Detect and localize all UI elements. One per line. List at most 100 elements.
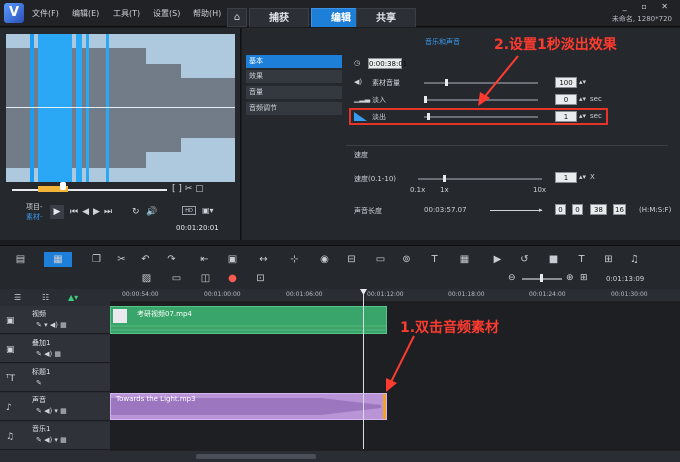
menu-tools[interactable]: 工具(T): [113, 8, 140, 19]
scrollbar-thumb[interactable]: [196, 454, 316, 459]
marker-icon[interactable]: ⊡: [254, 273, 267, 284]
stop-icon[interactable]: ■: [547, 254, 560, 265]
chapter-list-icon[interactable]: ☷: [42, 293, 49, 302]
fade-in-field[interactable]: 0: [555, 94, 577, 105]
tab-share[interactable]: 共享: [356, 8, 416, 27]
voice-track-controls[interactable]: ✎ ◀) ▾ ▦: [36, 407, 67, 415]
project-label[interactable]: 项目-: [26, 202, 43, 212]
clip-label[interactable]: 素材-: [26, 212, 43, 222]
volume-slider-thumb[interactable]: [445, 79, 448, 86]
zoom-out-icon[interactable]: ⊖: [508, 273, 516, 283]
motion-icon[interactable]: ⊹: [288, 254, 301, 265]
audio-waveform-preview: [6, 34, 235, 182]
timeline-playhead[interactable]: [363, 289, 364, 449]
chapter-icon[interactable]: ⊚: [400, 254, 413, 265]
window-controls[interactable]: _ ▫ ✕: [623, 2, 674, 11]
subtitle-icon[interactable]: ▭: [374, 254, 387, 265]
zoom-slider-thumb[interactable]: [540, 274, 543, 282]
camera-icon[interactable]: ◫: [199, 273, 212, 284]
speed-slider-thumb[interactable]: [443, 175, 446, 182]
split-icon[interactable]: ⇤: [198, 254, 211, 265]
volume-icon[interactable]: 🔊: [146, 207, 157, 217]
menu-edit[interactable]: 编辑(E): [72, 8, 99, 19]
play-button[interactable]: ▶: [50, 205, 64, 219]
tab-capture[interactable]: 捕获: [249, 8, 309, 27]
fade-in-unit: sec: [590, 95, 602, 103]
fx-icon[interactable]: ⊞: [602, 254, 615, 265]
length-arrow-icon: ▸: [539, 206, 543, 214]
speed-field[interactable]: 1: [555, 172, 577, 183]
fit-icon[interactable]: ↔: [257, 254, 270, 265]
fade-out-slider[interactable]: [424, 116, 538, 118]
mark-in-out-icons[interactable]: [ ] ✂ ▢: [172, 184, 204, 194]
zoom-in-icon[interactable]: ⊕: [566, 273, 574, 283]
video-icon[interactable]: ▶: [491, 254, 504, 265]
track-manager-icon[interactable]: ☰: [14, 293, 21, 302]
side-tab-basic[interactable]: 基本: [246, 55, 342, 68]
fade-in-slider-thumb[interactable]: [424, 96, 427, 103]
microphone-icon[interactable]: ●: [226, 273, 239, 284]
menu-help[interactable]: 帮助(H): [193, 8, 221, 19]
volume-spinner[interactable]: ▴▾: [579, 78, 586, 86]
overlay-track-controls[interactable]: ✎ ◀) ▦: [36, 350, 61, 358]
length-field-m[interactable]: 0: [572, 204, 583, 215]
loop-icon[interactable]: ↺: [518, 254, 531, 265]
film-icon[interactable]: ▭: [170, 273, 183, 284]
fade-out-spinner[interactable]: ▴▾: [579, 112, 586, 120]
music-track-controls[interactable]: ✎ ◀) ▾ ▦: [36, 436, 67, 444]
project-info: 未命名, 1280*720: [611, 15, 672, 23]
timeline-timecode[interactable]: 0:01:13:09: [606, 275, 644, 283]
mask-icon[interactable]: ◉: [318, 254, 331, 265]
audio-edit-icon[interactable]: ♫: [628, 254, 641, 265]
record-icon[interactable]: ▣: [226, 254, 239, 265]
speed-spinner[interactable]: ▴▾: [579, 173, 586, 181]
side-tab-volume[interactable]: 音量: [246, 86, 342, 99]
audio-clip-trim-handle[interactable]: [383, 394, 386, 419]
side-tab-effects[interactable]: 效果: [246, 70, 342, 83]
home-tab-icon[interactable]: ⌂: [227, 8, 247, 27]
preview-timecode[interactable]: 00:01:20:01: [176, 224, 219, 232]
crop-dropdown-icon[interactable]: ▣▾: [202, 206, 214, 215]
video-thumbnail: [113, 309, 127, 323]
fade-in-spinner[interactable]: ▴▾: [579, 95, 586, 103]
video-audio-wave: [111, 325, 386, 331]
image-icon[interactable]: ▨: [140, 273, 153, 284]
menu-settings[interactable]: 设置(S): [153, 8, 180, 19]
size-button[interactable]: HD: [182, 206, 196, 215]
copy-icon[interactable]: ❐: [90, 254, 103, 265]
audio-length-label: 声音长度: [354, 207, 382, 215]
duration-field[interactable]: 0:00:38:01: [368, 58, 407, 69]
length-field-s[interactable]: 38: [590, 204, 607, 215]
length-field-f[interactable]: 16: [613, 204, 626, 215]
speed-mark-min: 0.1x: [410, 186, 426, 194]
title-track-controls[interactable]: ✎: [36, 379, 42, 387]
scrub-track[interactable]: [12, 189, 167, 191]
text-3d-icon[interactable]: T: [575, 254, 588, 265]
speed-slider[interactable]: [418, 178, 542, 180]
menu-file[interactable]: 文件(F): [32, 8, 59, 19]
storyboard-view-icon[interactable]: ▤: [14, 254, 27, 265]
timeline-view-icon[interactable]: ▦: [44, 252, 72, 267]
side-tab-audio-adjust[interactable]: 音频调节: [246, 102, 342, 115]
length-field-h[interactable]: 0: [555, 204, 566, 215]
video-clip[interactable]: 考研视频07.mp4: [110, 306, 387, 334]
video-track-controls[interactable]: ✎ ▾ ◀) ▦: [36, 321, 67, 329]
fade-out-field[interactable]: 1: [555, 111, 577, 122]
speed-label: 速度(0.1-10): [354, 175, 397, 183]
tools-icon[interactable]: ✂: [115, 254, 128, 265]
multicam-icon[interactable]: ▦: [458, 254, 471, 265]
ripple-icon[interactable]: ▲▾: [68, 293, 78, 302]
audio-clip[interactable]: Towards the Light.mp3: [110, 393, 387, 420]
volume-field[interactable]: 100: [555, 77, 577, 88]
fit-timeline-icon[interactable]: ⊞: [580, 273, 588, 283]
ruler-label-4: 00:01:12:00: [367, 291, 404, 298]
scrub-handle[interactable]: [60, 182, 66, 190]
ruler-label-3: 00:01:06:00: [286, 291, 323, 298]
title-icon[interactable]: T: [428, 254, 441, 265]
transport-controls[interactable]: ⏮◀▶⏭: [70, 207, 116, 217]
undo-icon[interactable]: ↶: [139, 254, 152, 265]
redo-icon[interactable]: ↷: [165, 254, 178, 265]
repeat-icon[interactable]: ↻: [132, 207, 140, 217]
mix-icon[interactable]: ⊟: [345, 254, 358, 265]
fade-out-slider-thumb[interactable]: [427, 113, 430, 120]
